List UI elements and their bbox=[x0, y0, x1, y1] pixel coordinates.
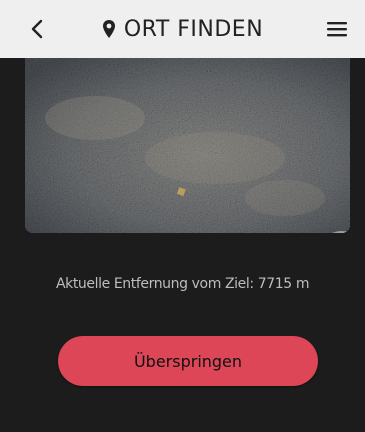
map-pin-icon bbox=[102, 20, 115, 38]
header-title-group: ORT FINDEN bbox=[102, 17, 263, 42]
location-photo bbox=[25, 58, 350, 233]
menu-button[interactable] bbox=[323, 14, 351, 44]
page-title: ORT FINDEN bbox=[123, 16, 264, 42]
app-header: ORT FINDEN bbox=[0, 0, 365, 58]
distance-to-target-text: Aktuelle Entfernung vom Ziel: 7715 m bbox=[55, 276, 310, 292]
gravel-ground-image bbox=[25, 58, 350, 233]
back-button[interactable] bbox=[22, 12, 52, 46]
hamburger-menu-icon bbox=[327, 22, 347, 37]
skip-button[interactable]: Überspringen bbox=[58, 336, 318, 386]
chevron-left-icon bbox=[31, 19, 43, 39]
